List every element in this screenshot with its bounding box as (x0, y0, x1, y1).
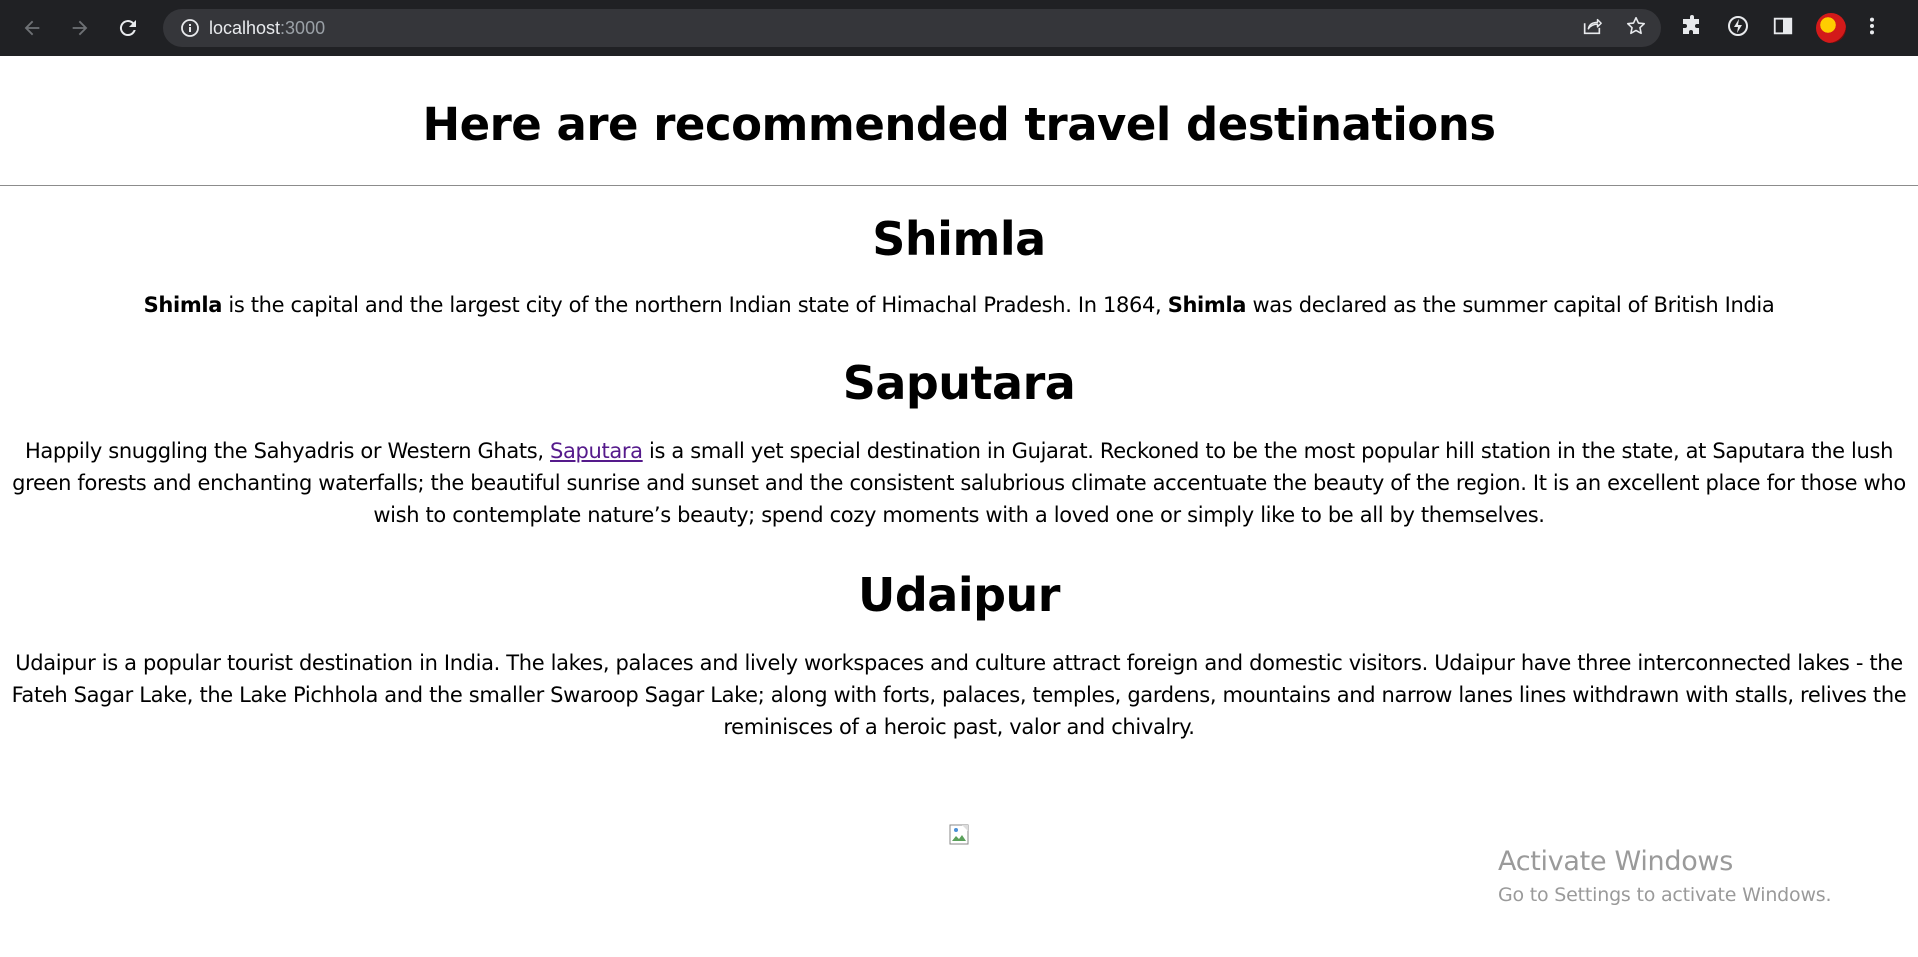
forward-icon[interactable] (66, 14, 94, 42)
broken-image-icon (948, 823, 972, 847)
url-host: localhost (209, 17, 281, 38)
extensions-icon[interactable] (1680, 14, 1704, 42)
share-icon[interactable] (1581, 15, 1603, 41)
extension-icon[interactable] (1726, 14, 1750, 42)
divider (0, 185, 1918, 186)
page-title: Here are recommended travel destinations (422, 98, 1496, 151)
text-span: was declared as the summer capital of Br… (1246, 293, 1775, 317)
bookmark-star-icon[interactable] (1625, 15, 1647, 41)
menu-icon[interactable] (1868, 15, 1876, 41)
saputara-link[interactable]: Saputara (550, 439, 643, 463)
bold-text: Shimla (1167, 293, 1247, 317)
url-port: :3000 (280, 17, 326, 38)
bold-text: Shimla (143, 293, 223, 317)
text-span: Happily snuggling the Sahyadris or Weste… (24, 439, 551, 463)
text-span: Udaipur is a popular tourist destination… (11, 651, 1907, 739)
destination-heading-udaipur: Udaipur (858, 568, 1060, 622)
address-bar[interactable]: localhost:3000 (163, 9, 1661, 47)
reload-icon[interactable] (114, 14, 142, 42)
destination-text-udaipur: Udaipur is a popular tourist destination… (0, 647, 1918, 743)
activation-watermark: Activate Windows Go to Settings to activ… (1498, 844, 1832, 908)
profile-avatar[interactable] (1816, 13, 1846, 43)
destination-heading-saputara: Saputara (842, 356, 1076, 410)
url-text: localhost:3000 (209, 18, 325, 39)
browser-toolbar: localhost:3000 (0, 0, 1918, 56)
destination-text-shimla: Shimla is the capital and the largest ci… (0, 289, 1918, 321)
destination-heading-shimla: Shimla (872, 212, 1046, 266)
destination-text-saputara: Happily snuggling the Sahyadris or Weste… (0, 435, 1918, 531)
page-content: Here are recommended travel destinations… (0, 56, 1918, 743)
back-icon[interactable] (18, 14, 46, 42)
info-icon[interactable] (180, 18, 200, 38)
watermark-subtitle: Go to Settings to activate Windows. (1498, 884, 1832, 906)
text-span: is the capital and the largest city of t… (222, 293, 1168, 317)
watermark-title: Activate Windows (1498, 846, 1733, 877)
side-panel-icon[interactable] (1772, 15, 1794, 41)
